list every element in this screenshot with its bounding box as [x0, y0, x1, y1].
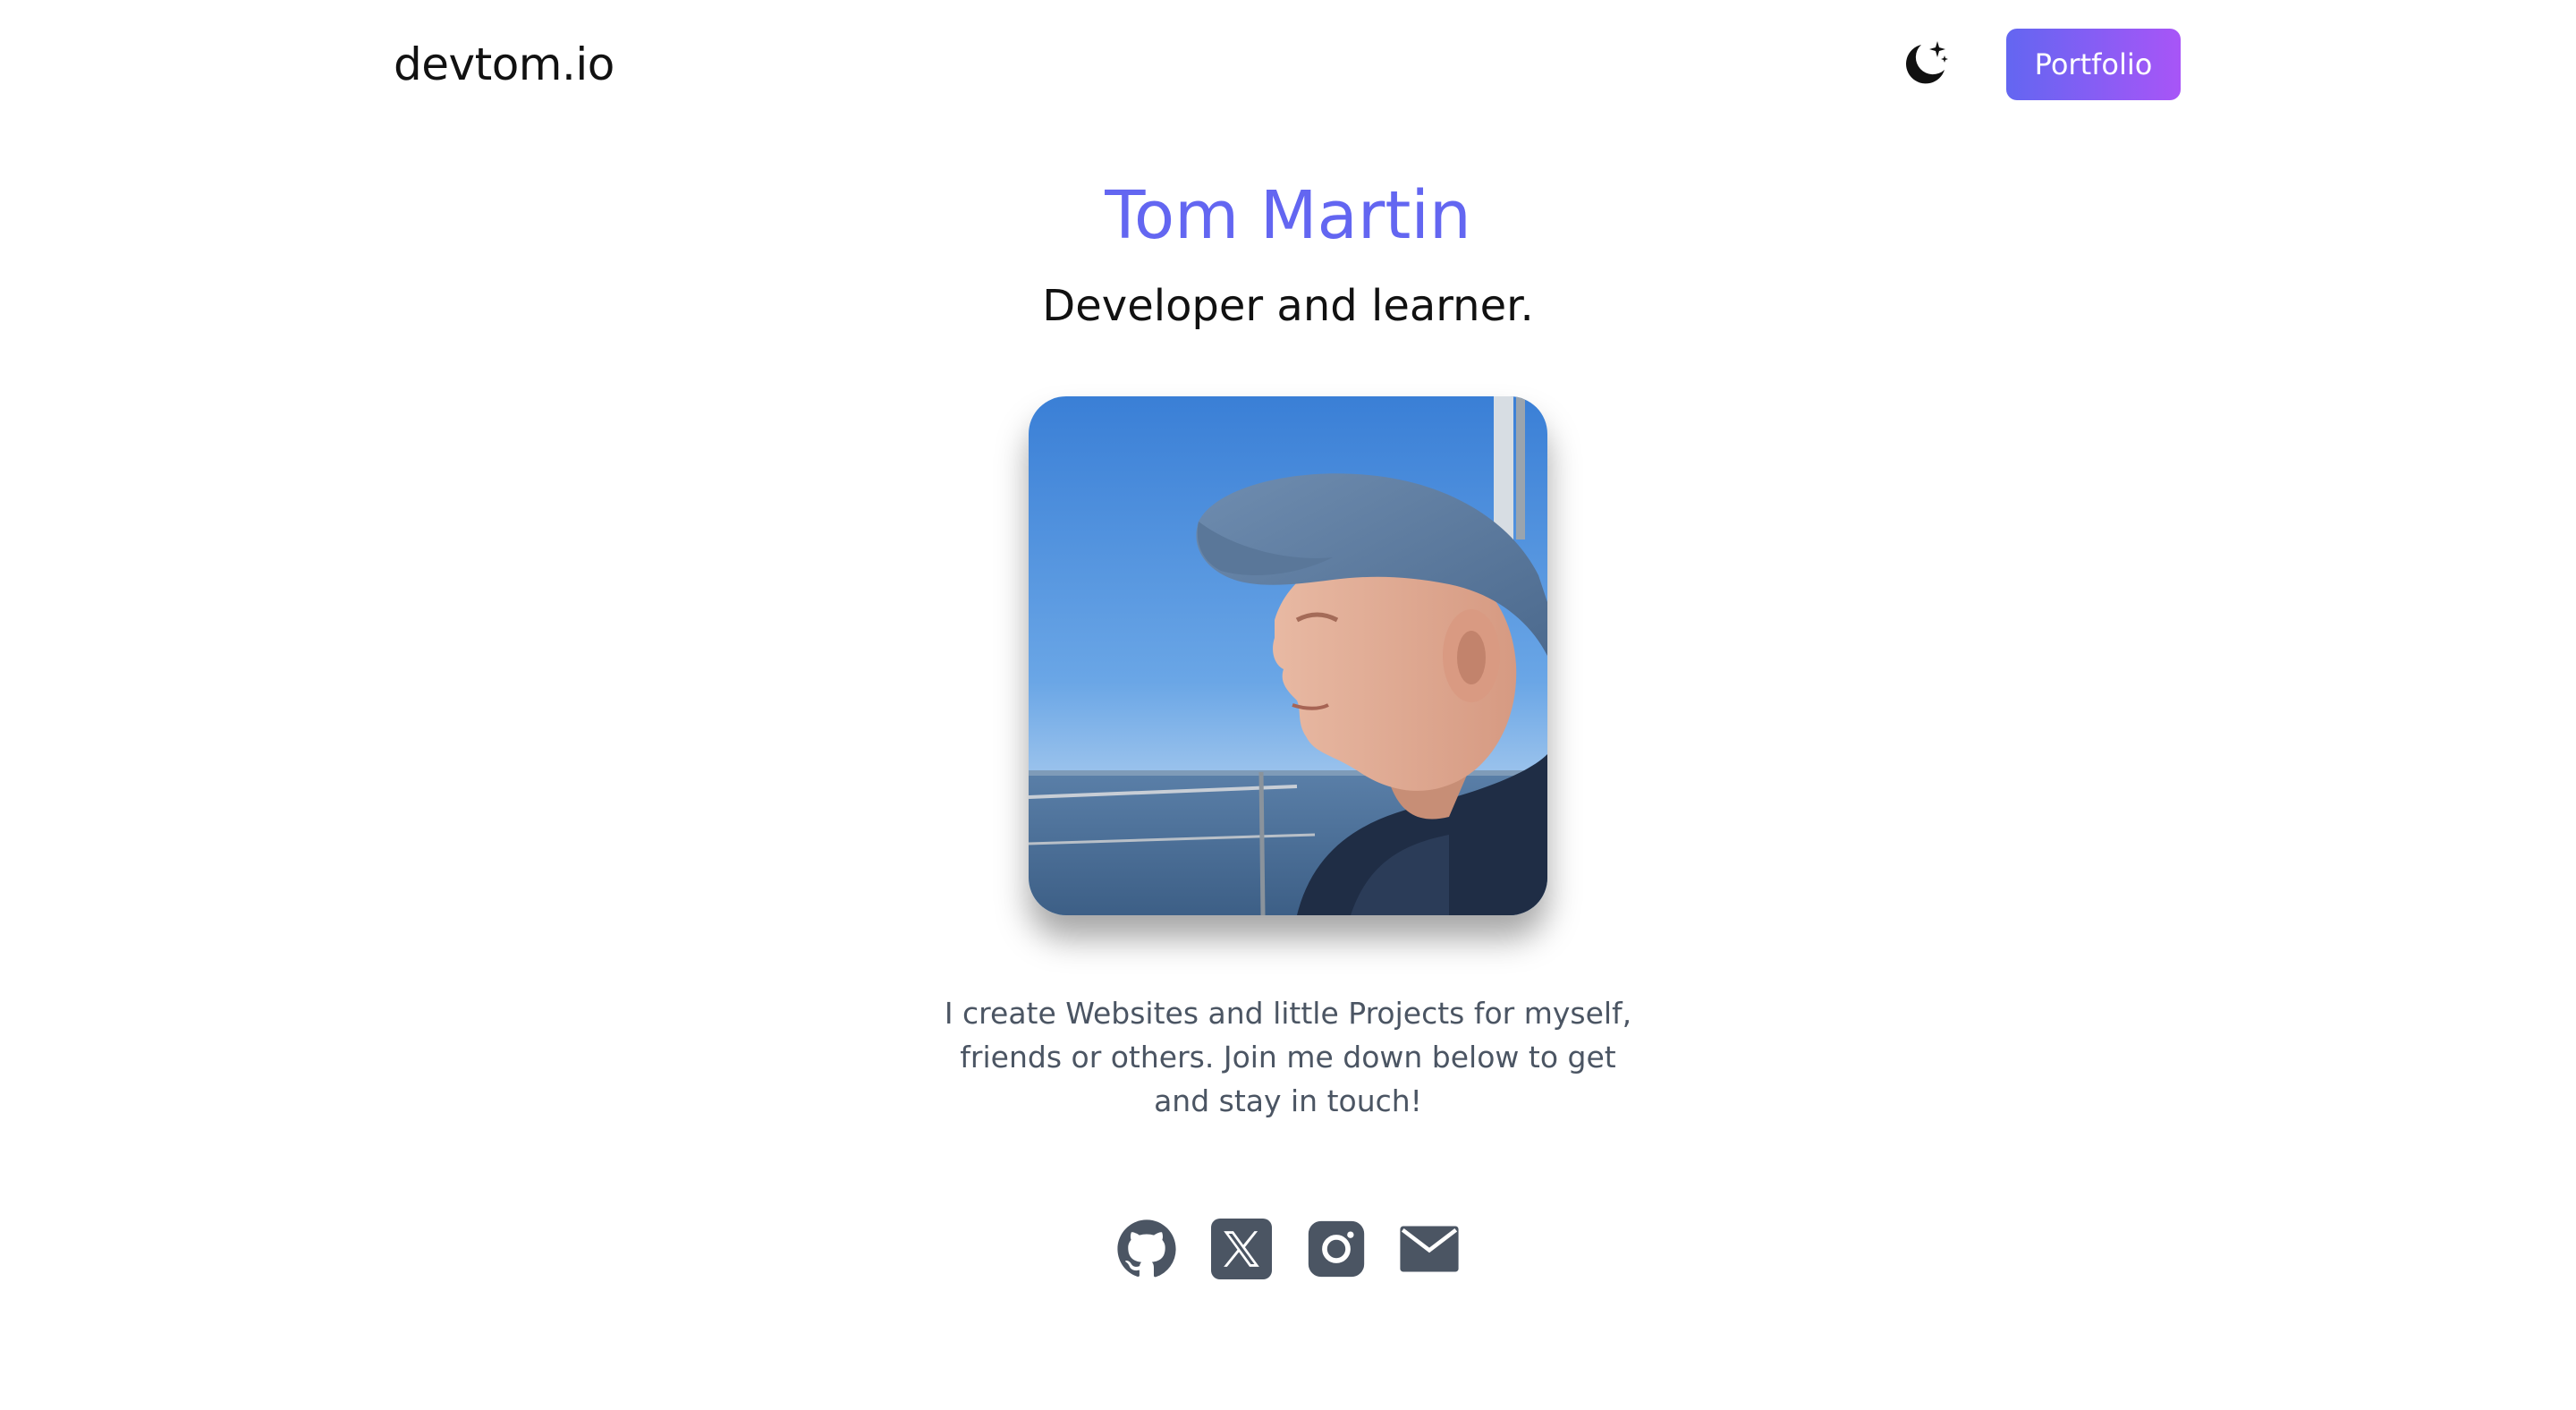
- theme-toggle-button[interactable]: [1898, 38, 1952, 91]
- x-twitter-icon: [1211, 1219, 1272, 1279]
- bio-text: I create Websites and little Projects fo…: [930, 991, 1646, 1123]
- mail-icon: [1400, 1226, 1459, 1272]
- email-link[interactable]: [1399, 1219, 1460, 1279]
- site-logo[interactable]: devtom.io: [394, 34, 614, 95]
- github-icon: [1117, 1219, 1176, 1278]
- tagline: Developer and learner.: [1042, 281, 1534, 331]
- portfolio-button[interactable]: Portfolio: [2006, 29, 2181, 100]
- github-link[interactable]: [1116, 1219, 1177, 1279]
- bio-line: I create Websites and little Projects fo…: [944, 996, 1632, 1031]
- profile-photo: [1029, 396, 1547, 915]
- page-title: Tom Martin: [1105, 177, 1471, 254]
- instagram-link[interactable]: [1306, 1219, 1367, 1279]
- instagram-icon: [1308, 1220, 1365, 1278]
- moon-stars-icon: [1906, 41, 1948, 84]
- x-twitter-link[interactable]: [1211, 1219, 1272, 1279]
- bio-line: and stay in touch!: [1154, 1083, 1422, 1118]
- page: devtom.io Portfolio Tom Martin Developer…: [0, 0, 2576, 1410]
- bio-line: friends or others. Join me down below to…: [960, 1040, 1616, 1074]
